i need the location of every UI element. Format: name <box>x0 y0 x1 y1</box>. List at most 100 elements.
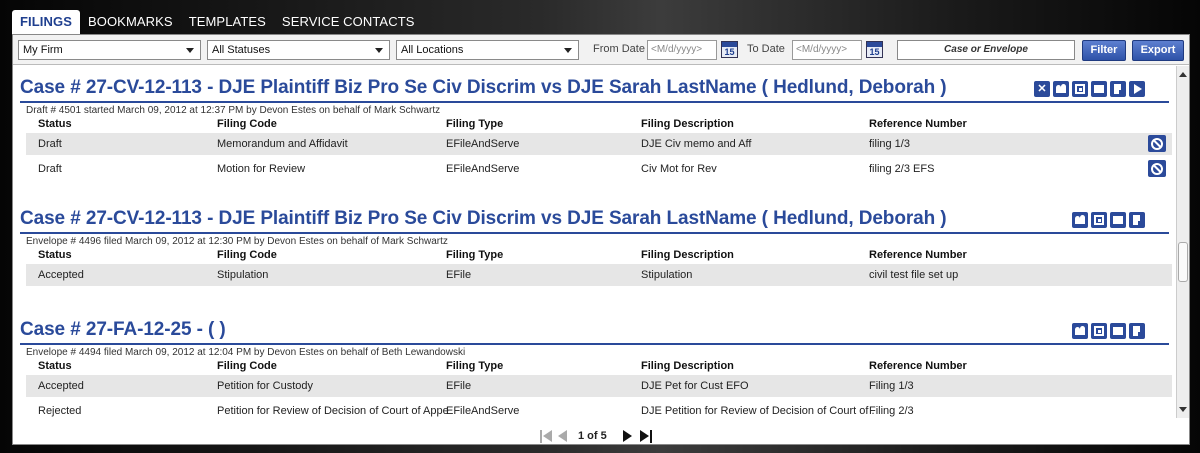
cell-filing-description: Stipulation <box>641 269 693 281</box>
filter-button[interactable]: Filter <box>1082 40 1126 61</box>
copy-icon[interactable] <box>1072 81 1088 97</box>
vertical-scrollbar[interactable] <box>1176 66 1189 418</box>
cell-filing-type: EFileAndServe <box>446 138 520 150</box>
contacts-icon[interactable] <box>1072 212 1088 228</box>
firm-select[interactable]: My Firm <box>18 40 201 60</box>
play-icon[interactable] <box>1129 81 1145 97</box>
col-filing-description: Filing Description <box>641 118 734 130</box>
status-select[interactable]: All Statuses <box>207 40 390 60</box>
filings-panel: My Firm All Statuses All Locations From … <box>12 34 1190 445</box>
location-select-value: All Locations <box>401 44 464 56</box>
case-actions <box>1072 323 1145 339</box>
case-title[interactable]: Case # 27-FA-12-25 - ( ) <box>20 319 226 341</box>
cell-filing-code: Stipulation <box>217 269 269 281</box>
first-page-icon[interactable] <box>540 430 554 443</box>
cell-filing-code: Motion for Review <box>217 163 306 175</box>
cell-filing-description: Civ Mot for Rev <box>641 163 717 175</box>
chevron-down-icon <box>186 48 194 53</box>
status-select-value: All Statuses <box>212 44 271 56</box>
chevron-down-icon <box>375 48 383 53</box>
col-filing-code: Filing Code <box>217 360 277 372</box>
tab-service-contacts[interactable]: SERVICE CONTACTS <box>274 10 423 34</box>
col-reference-number: Reference Number <box>869 118 967 130</box>
folder-icon[interactable] <box>1110 323 1126 339</box>
to-date-label: To Date <box>747 43 785 55</box>
table-header: Status Filing Code Filing Type Filing De… <box>26 248 1172 264</box>
divider <box>20 343 1169 345</box>
page-indicator: 1 of 5 <box>578 430 607 442</box>
case-title[interactable]: Case # 27-CV-12-113 - DJE Plaintiff Biz … <box>20 208 947 230</box>
cell-filing-type: EFileAndServe <box>446 405 520 417</box>
folder-icon[interactable] <box>1110 212 1126 228</box>
tab-bar: FILINGS BOOKMARKS TEMPLATES SERVICE CONT… <box>12 10 423 34</box>
cancel-filing-icon[interactable] <box>1148 160 1166 177</box>
document-icon[interactable] <box>1129 212 1145 228</box>
case-search-input[interactable]: Case or Envelope <box>897 40 1075 60</box>
case-actions <box>1072 212 1145 228</box>
cell-filing-type: EFileAndServe <box>446 163 520 175</box>
scroll-down-icon[interactable] <box>1179 407 1187 412</box>
pagination: 1 of 5 <box>13 426 1189 446</box>
from-date-input[interactable]: <M/d/yyyy> <box>647 40 717 60</box>
table-row[interactable]: Accepted Stipulation EFile Stipulation c… <box>26 264 1172 286</box>
col-status: Status <box>38 249 72 261</box>
from-calendar-icon[interactable]: 15 <box>721 41 738 58</box>
to-calendar-icon[interactable]: 15 <box>866 41 883 58</box>
location-select[interactable]: All Locations <box>396 40 579 60</box>
folder-icon[interactable] <box>1091 81 1107 97</box>
col-reference-number: Reference Number <box>869 249 967 261</box>
cell-status: Rejected <box>38 405 82 417</box>
col-filing-type: Filing Type <box>446 360 504 372</box>
cell-status: Accepted <box>38 269 84 281</box>
col-reference-number: Reference Number <box>869 360 967 372</box>
cell-filing-type: EFile <box>446 269 472 281</box>
table-row[interactable]: Rejected Petition for Review of Decision… <box>26 400 1172 422</box>
filter-bar: My Firm All Statuses All Locations From … <box>13 35 1189 65</box>
col-filing-description: Filing Description <box>641 249 734 261</box>
document-icon[interactable] <box>1110 81 1126 97</box>
next-page-icon[interactable] <box>623 430 633 443</box>
filings-list: Case # 27-CV-12-113 - DJE Plaintiff Biz … <box>13 66 1175 426</box>
col-filing-code: Filing Code <box>217 118 277 130</box>
prev-page-icon[interactable] <box>558 430 568 443</box>
cell-filing-description: DJE Pet for Cust EFO <box>641 380 749 392</box>
contacts-icon[interactable] <box>1053 81 1069 97</box>
scroll-up-icon[interactable] <box>1179 72 1187 77</box>
tab-bookmarks[interactable]: BOOKMARKS <box>80 10 181 34</box>
col-filing-code: Filing Code <box>217 249 277 261</box>
last-page-icon[interactable] <box>640 430 654 443</box>
col-filing-description: Filing Description <box>641 360 734 372</box>
cell-filing-code: Petition for Review of Decision of Court… <box>217 405 449 417</box>
cell-filing-type: EFile <box>446 380 472 392</box>
case-actions: ✕ <box>1034 81 1145 97</box>
to-date-input[interactable]: <M/d/yyyy> <box>792 40 862 60</box>
tab-filings[interactable]: FILINGS <box>12 10 80 34</box>
export-button[interactable]: Export <box>1132 40 1184 61</box>
table-row[interactable]: Draft Memorandum and Affidavit EFileAndS… <box>26 133 1172 155</box>
case-title[interactable]: Case # 27-CV-12-113 - DJE Plaintiff Biz … <box>20 77 947 99</box>
table-header: Status Filing Code Filing Type Filing De… <box>26 359 1172 375</box>
copy-icon[interactable] <box>1091 323 1107 339</box>
divider <box>20 101 1169 103</box>
scroll-thumb[interactable] <box>1178 242 1188 282</box>
cell-reference-number: Filing 1/3 <box>869 380 914 392</box>
from-date-label: From Date <box>593 43 645 55</box>
cell-reference-number: Filing 2/3 <box>869 405 914 417</box>
close-icon[interactable]: ✕ <box>1034 81 1050 97</box>
document-icon[interactable] <box>1129 323 1145 339</box>
cell-status: Draft <box>38 138 62 150</box>
contacts-icon[interactable] <box>1072 323 1088 339</box>
col-filing-type: Filing Type <box>446 249 504 261</box>
cancel-filing-icon[interactable] <box>1148 135 1166 152</box>
cell-filing-code: Petition for Custody <box>217 380 313 392</box>
case-meta: Draft # 4501 started March 09, 2012 at 1… <box>26 105 441 116</box>
table-row[interactable]: Draft Motion for Review EFileAndServe Ci… <box>26 158 1172 180</box>
tab-templates[interactable]: TEMPLATES <box>181 10 274 34</box>
col-filing-type: Filing Type <box>446 118 504 130</box>
cell-status: Accepted <box>38 380 84 392</box>
table-row[interactable]: Accepted Petition for Custody EFile DJE … <box>26 375 1172 397</box>
copy-icon[interactable] <box>1091 212 1107 228</box>
cell-reference-number: filing 2/3 EFS <box>869 163 935 175</box>
col-status: Status <box>38 118 72 130</box>
cell-filing-description: DJE Petition for Review of Decision of C… <box>641 405 875 417</box>
